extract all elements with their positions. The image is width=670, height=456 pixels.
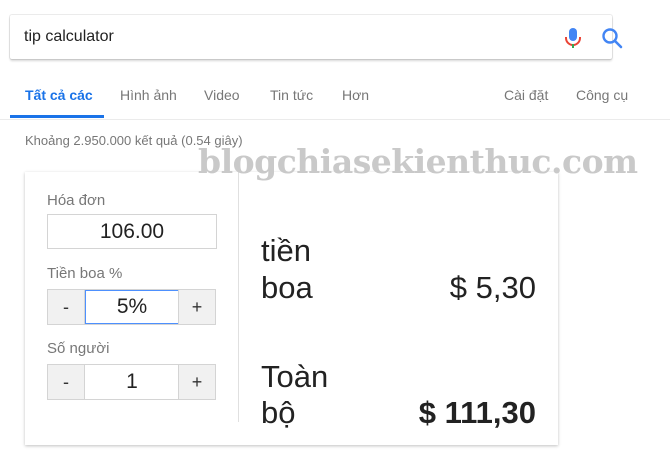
bill-input[interactable] (47, 214, 217, 249)
tip-amount-label-line1: tiền (261, 233, 311, 268)
tab-tools[interactable]: Công cụ (576, 87, 628, 103)
tab-more[interactable]: Hơn (342, 87, 369, 103)
tip-calculator-card: Hóa đơn Tiền boa % - 5% + Số người - 1 +… (25, 172, 558, 445)
tip-percent-stepper: - 5% + (47, 289, 216, 325)
active-tab-indicator (10, 115, 104, 118)
people-label: Số người (47, 340, 110, 357)
people-stepper: - 1 + (47, 364, 216, 400)
tab-all[interactable]: Tất cả các (25, 87, 93, 103)
watermark: blogchiasekienthuc.com (198, 142, 638, 181)
total-label-line1: Toàn (261, 359, 329, 394)
tip-amount-value: $ 5,30 (449, 270, 536, 305)
tip-increase-button[interactable]: + (178, 290, 215, 324)
people-input[interactable]: 1 (85, 365, 179, 399)
tip-decrease-button[interactable]: - (48, 290, 85, 324)
tab-settings[interactable]: Cài đặt (504, 87, 548, 103)
total-value: $ 111,30 (418, 395, 536, 430)
mic-icon[interactable] (563, 27, 583, 49)
tab-images[interactable]: Hình ảnh (120, 87, 177, 103)
tip-percent-input[interactable]: 5% (85, 290, 179, 324)
people-decrease-button[interactable]: - (48, 365, 85, 399)
tab-video[interactable]: Video (204, 87, 240, 103)
search-box[interactable] (10, 15, 623, 59)
search-icon[interactable] (601, 27, 623, 49)
search-input[interactable] (24, 15, 544, 59)
bill-label: Hóa đơn (47, 192, 106, 209)
card-divider (238, 172, 239, 422)
search-tabs: Tất cả các Hình ảnh Video Tin tức Hơn Cà… (0, 77, 670, 120)
people-increase-button[interactable]: + (178, 365, 215, 399)
tip-percent-label: Tiền boa % (47, 265, 123, 282)
total-label-line2: bộ (261, 395, 296, 430)
tip-amount-label-line2: boa (261, 270, 313, 305)
tab-news[interactable]: Tin tức (270, 87, 313, 103)
